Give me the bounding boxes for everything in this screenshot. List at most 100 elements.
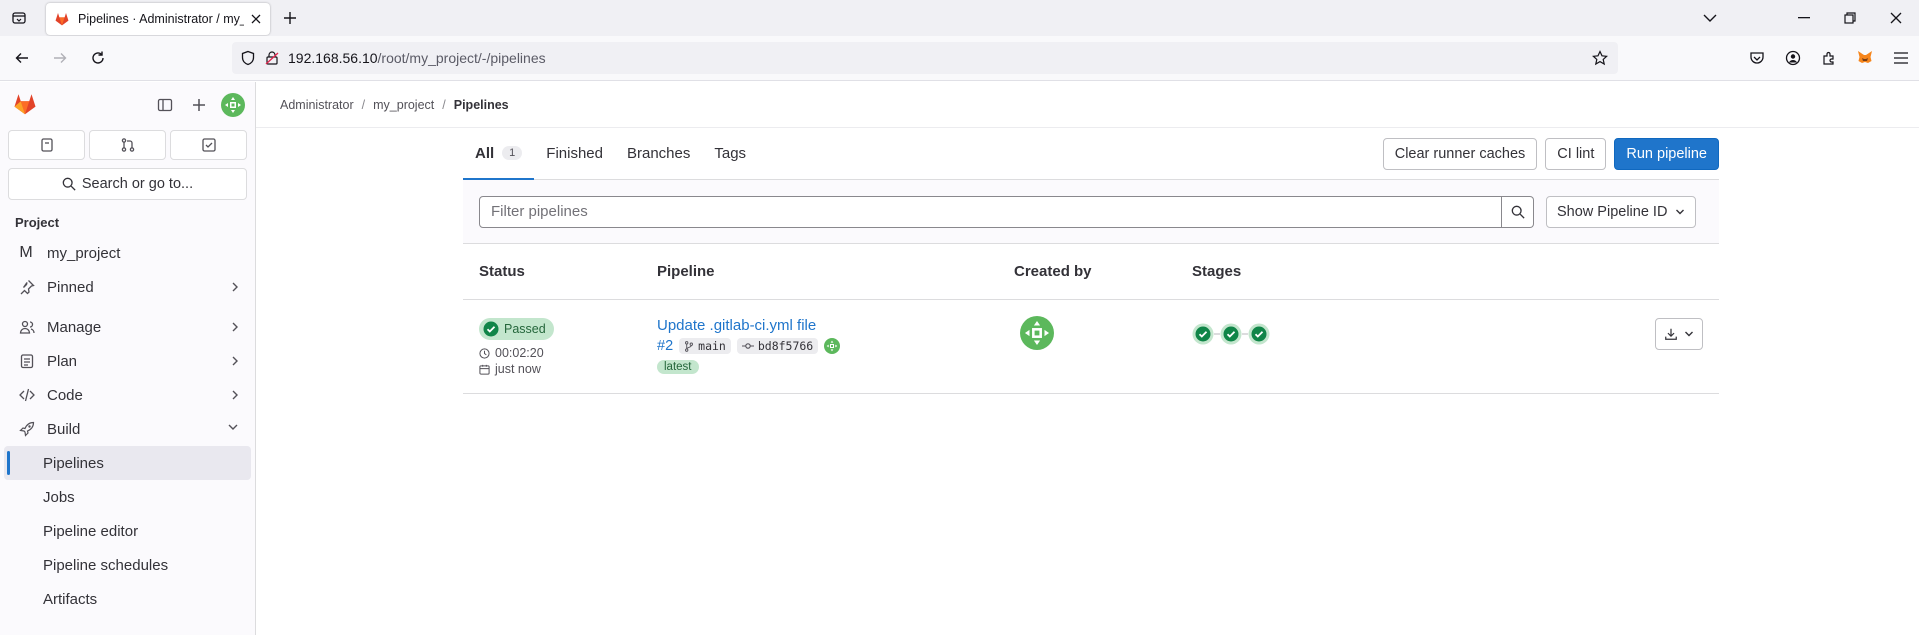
stage-success-icon[interactable] (1192, 323, 1214, 345)
hamburger-menu-icon[interactable] (1883, 42, 1919, 74)
sidebar-item-code[interactable]: Code (4, 378, 251, 412)
chevron-down-icon (1684, 330, 1694, 338)
list-all-tabs-icon[interactable] (1687, 0, 1733, 36)
filter-pipelines-input[interactable]: Filter pipelines (479, 195, 1502, 228)
close-tab-icon[interactable] (250, 13, 262, 25)
browser-tab[interactable]: Pipelines · Administrator / my_p (46, 2, 270, 35)
close-window-icon[interactable] (1873, 0, 1919, 36)
download-artifacts-dropdown[interactable] (1655, 318, 1703, 350)
new-tab-icon[interactable] (274, 2, 306, 34)
metamask-fox-icon[interactable] (1847, 42, 1883, 74)
search-label: Search or go to... (81, 176, 194, 192)
user-avatar[interactable] (219, 91, 247, 119)
insecure-lock-icon[interactable] (264, 50, 280, 66)
sidebar-item-manage[interactable]: Manage (4, 310, 251, 344)
status-badge[interactable]: Passed (479, 318, 554, 340)
pipeline-duration: 00:02:20 (479, 346, 544, 360)
sidebar-sub-artifacts[interactable]: Artifacts (4, 582, 251, 616)
table-header: Status Pipeline Created by Stages (463, 244, 1719, 300)
pipeline-title-link[interactable]: Update .gitlab-ci.yml file (657, 317, 816, 334)
pipeline-id-link[interactable]: #2 (657, 338, 673, 354)
project-avatar: M (19, 244, 33, 261)
account-icon[interactable] (1775, 42, 1811, 74)
pocket-icon[interactable] (1739, 42, 1775, 74)
commit-sha: bd8f5766 (757, 339, 814, 353)
issues-counter-button[interactable] (8, 130, 85, 160)
forward-icon[interactable] (44, 42, 76, 74)
ci-lint-button[interactable]: CI lint (1545, 138, 1607, 170)
gitlab-app: Search or go to... Project M my_project … (0, 82, 1919, 635)
created-by-avatar[interactable] (1020, 316, 1054, 350)
sidebar-sub-jobs[interactable]: Jobs (4, 480, 251, 514)
todos-counter-button[interactable] (170, 130, 247, 160)
sidebar-item-plan[interactable]: Plan (4, 344, 251, 378)
sidebar-sub-pipelines[interactable]: Pipelines (4, 446, 251, 480)
breadcrumb: Administrator / my_project / Pipelines (256, 82, 1919, 128)
latest-badge: latest (657, 360, 699, 374)
planning-icon (19, 353, 35, 369)
chevron-down-icon (227, 423, 239, 431)
filter-search-button[interactable] (1502, 195, 1534, 228)
commit-author-avatar[interactable] (824, 338, 841, 354)
tab-all[interactable]: All 1 (463, 127, 535, 180)
filter-bar: Filter pipelines Show Pipeline ID (463, 180, 1719, 244)
chevron-right-icon (231, 281, 239, 293)
sidebar-project-link[interactable]: M my_project (4, 236, 251, 270)
bookmark-star-icon[interactable] (1592, 50, 1608, 66)
main-content: Administrator / my_project / Pipelines A… (256, 82, 1919, 635)
stage-success-icon[interactable] (1248, 323, 1270, 345)
stage-success-icon[interactable] (1220, 323, 1242, 345)
finished-text: just now (495, 362, 541, 376)
address-bar[interactable]: 192.168.56.10/root/my_project/-/pipeline… (232, 42, 1618, 74)
create-new-icon[interactable] (185, 91, 213, 119)
sidebar-sub-pipeline-editor[interactable]: Pipeline editor (4, 514, 251, 548)
tab-branches[interactable]: Branches (615, 127, 702, 179)
thumbtack-icon (19, 279, 35, 295)
search-button[interactable]: Search or go to... (8, 168, 247, 200)
pipeline-tabs: All 1 Finished Branches Tags Clear runne… (463, 128, 1719, 180)
pipeline-actions: Clear runner caches CI lint Run pipeline (1382, 138, 1719, 170)
merge-requests-counter-button[interactable] (89, 130, 166, 160)
extensions-icon[interactable] (1811, 42, 1847, 74)
back-icon[interactable] (6, 42, 38, 74)
tab-list-icon[interactable] (0, 0, 38, 36)
tab-tags[interactable]: Tags (702, 127, 758, 179)
gitlab-favicon-icon (54, 11, 70, 27)
sidebar: Search or go to... Project M my_project … (0, 82, 256, 635)
sidebar-item-label: Plan (47, 352, 78, 370)
breadcrumb-link-administrator[interactable]: Administrator (280, 98, 354, 112)
status-success-icon (483, 321, 499, 337)
toggle-sidebar-icon[interactable] (151, 91, 179, 119)
commit-sha-link[interactable]: bd8f5766 (736, 338, 819, 354)
chevron-right-icon (231, 321, 239, 333)
clear-runner-caches-button[interactable]: Clear runner caches (1382, 138, 1538, 170)
table-row: Passed 00:02:20 just now Update .gitlab-… (463, 300, 1719, 394)
sidebar-item-label: Build (47, 420, 81, 438)
branch-ref-link[interactable]: main (679, 338, 731, 354)
search-icon (62, 177, 76, 191)
restore-icon[interactable] (1827, 0, 1873, 36)
sidebar-item-build[interactable]: Build (4, 412, 251, 446)
minimize-icon[interactable] (1781, 0, 1827, 36)
dropdown-label: Show Pipeline ID (1557, 203, 1668, 220)
tracking-shield-icon[interactable] (240, 50, 256, 66)
run-pipeline-button[interactable]: Run pipeline (1614, 138, 1719, 170)
pipeline-finished-time: just now (479, 362, 541, 376)
download-icon (1664, 327, 1678, 341)
chevron-right-icon (231, 389, 239, 401)
calendar-icon (479, 364, 490, 375)
url-host: 192.168.56.10 (288, 50, 378, 66)
breadcrumb-link-project[interactable]: my_project (373, 98, 434, 112)
search-icon (1511, 205, 1525, 219)
sidebar-sub-pipeline-schedules[interactable]: Pipeline schedules (4, 548, 251, 582)
tab-finished[interactable]: Finished (534, 127, 615, 179)
reload-icon[interactable] (82, 42, 114, 74)
sidebar-item-pinned[interactable]: Pinned (4, 270, 251, 304)
sidebar-item-label: Manage (47, 318, 102, 336)
browser-toolbar-right (1739, 42, 1919, 74)
tab-label: All (475, 144, 495, 162)
gitlab-logo-icon[interactable] (12, 91, 38, 117)
pipeline-id-type-dropdown[interactable]: Show Pipeline ID (1546, 195, 1697, 228)
breadcrumb-separator: / (361, 97, 366, 112)
breadcrumb-current[interactable]: Pipelines (454, 98, 509, 112)
